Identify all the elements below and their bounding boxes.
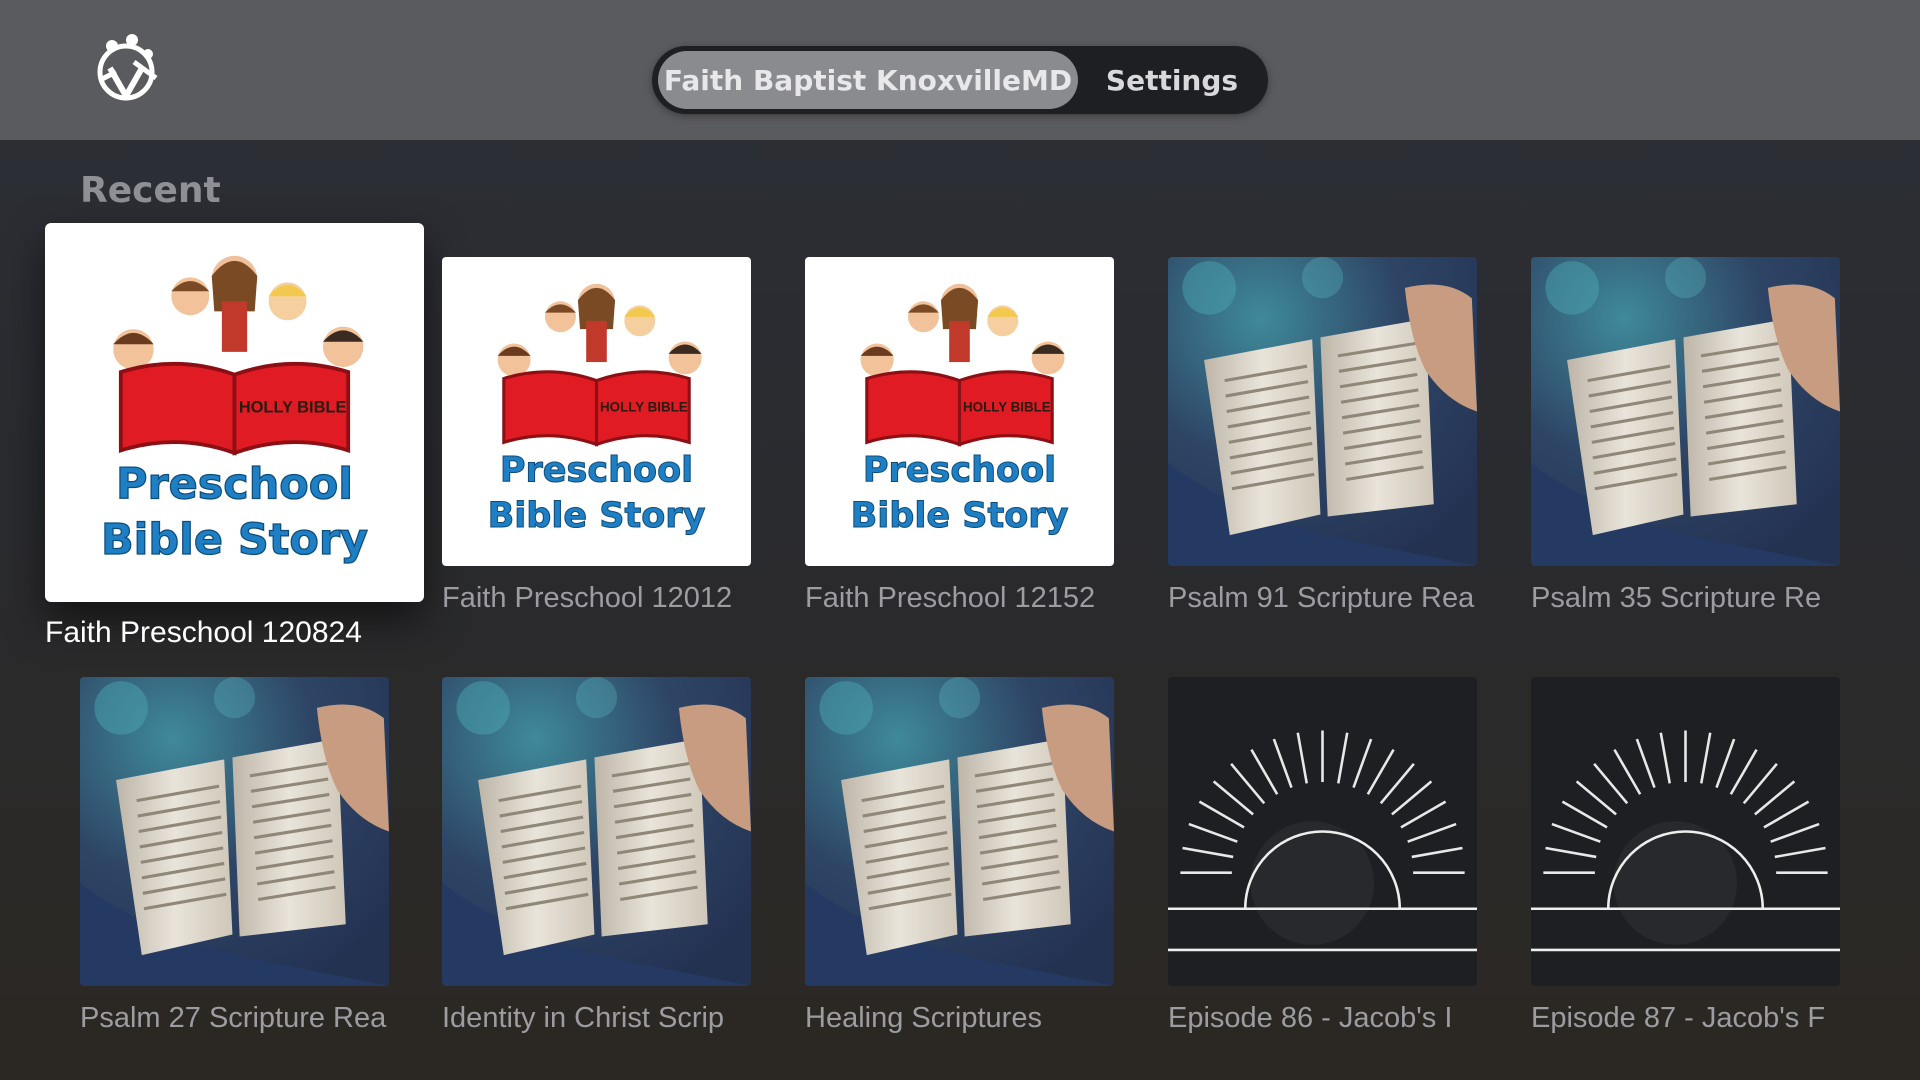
- media-tile[interactable]: [1531, 257, 1840, 566]
- media-tile[interactable]: [442, 677, 751, 986]
- art-title-line1: Preschool: [863, 450, 1056, 491]
- top-bar: Faith Baptist KnoxvilleMD Settings: [0, 0, 1920, 140]
- media-tile-title: Faith Preschool 12152: [805, 582, 1096, 614]
- media-tile-title: Healing Scriptures: [805, 1002, 1042, 1034]
- media-tile[interactable]: HOLLY BIBLE Preschool Bible Story: [442, 257, 751, 566]
- top-tab-bar: Faith Baptist KnoxvilleMD Settings: [652, 46, 1268, 114]
- media-tile-title: Episode 87 - Jacob's F: [1531, 1002, 1826, 1034]
- media-tile[interactable]: [1531, 677, 1840, 986]
- media-tile-title: Psalm 91 Scripture Rea: [1168, 582, 1475, 614]
- media-tile-title: Faith Preschool 120824: [45, 616, 362, 649]
- media-tile-title: Identity in Christ Scrip: [442, 1002, 725, 1034]
- art-title-line1: Preschool: [500, 450, 693, 491]
- media-tile-title: Psalm 27 Scripture Rea: [80, 1002, 387, 1034]
- tab-settings[interactable]: Settings: [1082, 51, 1262, 109]
- tab-faith-baptist[interactable]: Faith Baptist KnoxvilleMD: [658, 51, 1078, 109]
- media-tile[interactable]: HOLLY BIBLE Preschool Bible Story: [45, 223, 424, 602]
- section-title: Recent: [80, 170, 221, 211]
- media-tile-title: Faith Preschool 12012: [442, 582, 733, 614]
- art-title-line2: Bible Story: [101, 515, 368, 565]
- media-tile-title: Episode 86 - Jacob's I: [1168, 1002, 1453, 1034]
- book-cover-text: HOLLY BIBLE: [239, 399, 347, 417]
- church-people-logo-icon: [90, 32, 162, 108]
- art-title-line1: Preschool: [116, 459, 353, 509]
- book-cover-text: HOLLY BIBLE: [600, 400, 688, 415]
- media-tile[interactable]: HOLLY BIBLE Preschool Bible Story: [805, 257, 1114, 566]
- media-tile[interactable]: [805, 677, 1114, 986]
- media-tile[interactable]: [1168, 257, 1477, 566]
- book-cover-text: HOLLY BIBLE: [963, 400, 1051, 415]
- media-tile-title: Psalm 35 Scripture Re: [1531, 582, 1822, 614]
- media-tile[interactable]: [80, 677, 389, 986]
- art-title-line2: Bible Story: [488, 495, 706, 536]
- media-tile[interactable]: [1168, 677, 1477, 986]
- art-title-line2: Bible Story: [851, 495, 1069, 536]
